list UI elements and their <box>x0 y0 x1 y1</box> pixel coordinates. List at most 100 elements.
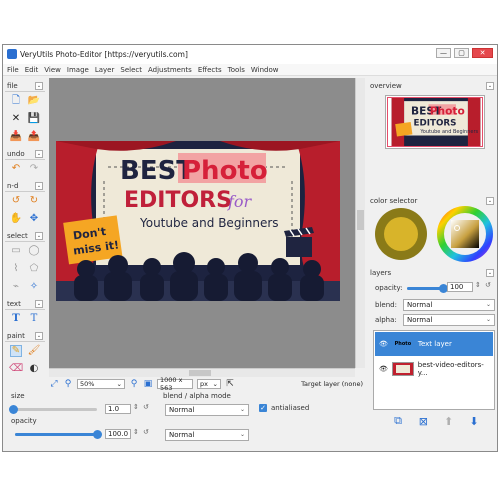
chevron-down-icon[interactable]: ⌄ <box>35 232 43 240</box>
color-swatch-circle[interactable] <box>373 206 429 262</box>
unit-select[interactable]: px ⌄ <box>197 379 221 389</box>
overview-thumbnail[interactable]: BEST Photo EDITORS Youtube and Beginners <box>385 95 485 149</box>
size-slider-knob[interactable] <box>9 405 18 414</box>
overview-header[interactable]: overview ⌄ <box>370 81 494 91</box>
text-tool-icon[interactable]: T <box>10 313 22 325</box>
chevron-down-icon[interactable]: ⌄ <box>35 300 43 308</box>
pencil-icon[interactable]: ✎ <box>10 345 22 357</box>
add-layer-icon[interactable]: ⧉ <box>391 414 405 428</box>
menu-image[interactable]: Image <box>67 66 89 74</box>
rotate-right-icon[interactable]: ↻ <box>28 195 40 207</box>
import-icon[interactable]: 📥 <box>10 131 22 143</box>
pan-hand-icon[interactable]: ✋ <box>10 213 22 225</box>
opacity-spinner-icon[interactable]: ⇕ <box>133 428 139 436</box>
cursor-icon[interactable]: ⇱ <box>225 379 235 389</box>
brush-icon[interactable]: 🖌 <box>28 345 41 357</box>
blend-mode-select[interactable]: Normal ⌄ <box>165 404 249 416</box>
layer-opacity-slider[interactable] <box>407 284 448 293</box>
maximize-button[interactable]: ▢ <box>454 48 469 58</box>
toolbox-paint-header[interactable]: paint ⌄ <box>5 331 45 342</box>
minimize-button[interactable]: — <box>436 48 451 58</box>
zoom-select[interactable]: 50% ⌄ <box>77 379 125 389</box>
menu-file[interactable]: File <box>7 66 19 74</box>
overview-photo-text: Photo <box>430 104 465 117</box>
layer-opacity-spinner-icon[interactable]: ⇕ <box>475 281 481 289</box>
visibility-eye-icon[interactable]: 👁 <box>379 340 388 348</box>
toolbox-file-header[interactable]: file ⌄ <box>5 81 45 92</box>
title-bar: VeryUtils Photo-Editor [https://veryutil… <box>3 45 497 64</box>
chevron-down-icon[interactable]: ⌄ <box>35 182 43 190</box>
magic-wand-icon[interactable]: ✧ <box>28 281 40 293</box>
close-file-icon[interactable]: ✕ <box>10 113 22 125</box>
layer-item-text[interactable]: 👁 Photo Text layer <box>375 332 493 356</box>
ellipse-select-icon[interactable]: ◯ <box>28 245 40 257</box>
horizontal-scroll-thumb[interactable] <box>189 370 211 376</box>
opacity-slider-knob[interactable] <box>92 430 102 439</box>
open-folder-icon[interactable]: 📂 <box>28 95 40 107</box>
polygon-select-icon[interactable]: ⬠ <box>28 263 40 275</box>
color-wheel[interactable] <box>435 204 495 264</box>
chevron-down-icon[interactable]: ⌄ <box>35 150 43 158</box>
chevron-down-icon: ⌄ <box>485 301 491 308</box>
layer-opacity-reset-icon[interactable]: ↺ <box>485 281 491 289</box>
layer-opacity-input[interactable]: 100 <box>447 282 473 292</box>
fit-screen-icon[interactable]: ⤢ <box>49 379 59 389</box>
undo-icon[interactable]: ↶ <box>10 163 22 175</box>
menu-adjustments[interactable]: Adjustments <box>148 66 192 74</box>
toolbox-undo-header[interactable]: undo ⌄ <box>5 149 45 160</box>
horizontal-scrollbar[interactable] <box>49 368 355 377</box>
size-input[interactable]: 1.0 <box>105 404 131 414</box>
menu-layer[interactable]: Layer <box>95 66 115 74</box>
layer-alpha-select[interactable]: Normal ⌄ <box>403 314 495 326</box>
menu-tools[interactable]: Tools <box>228 66 245 74</box>
menu-edit[interactable]: Edit <box>25 66 39 74</box>
canvas-image[interactable]: BEST Photo EDITORS for Youtube and Begin… <box>56 141 340 301</box>
toolbox-select-header[interactable]: select ⌄ <box>5 231 45 242</box>
status-bar: ⤢ ⚲ 50% ⌄ ⚲ ▣ 1000 x 563 px ⌄ ⇱ Target lay… <box>49 376 365 392</box>
fill-bucket-icon[interactable]: ◐ <box>28 363 40 375</box>
menu-window[interactable]: Window <box>251 66 279 74</box>
chevron-down-icon[interactable]: ⌄ <box>35 332 43 340</box>
opacity-slider[interactable] <box>15 430 102 439</box>
zoom-in-icon[interactable]: ⚲ <box>129 379 139 389</box>
move-layer-down-icon[interactable]: ⬇ <box>467 414 481 428</box>
chevron-down-icon[interactable]: ⌄ <box>486 269 494 277</box>
save-icon[interactable]: 💾 <box>28 113 40 125</box>
menu-effects[interactable]: Effects <box>198 66 222 74</box>
move-layer-up-icon[interactable]: ⬆ <box>442 414 456 428</box>
toolbox-text-header[interactable]: text ⌄ <box>5 299 45 310</box>
chevron-down-icon[interactable]: ⌄ <box>35 82 43 90</box>
opacity-reset-icon[interactable]: ↺ <box>143 428 149 436</box>
chevron-down-icon[interactable]: ⌄ <box>486 82 494 90</box>
close-window-button[interactable]: ✕ <box>472 48 493 58</box>
size-slider[interactable] <box>9 405 97 414</box>
vertical-scrollbar[interactable] <box>355 78 365 368</box>
zoom-out-icon[interactable]: ⚲ <box>63 379 73 389</box>
vertical-scroll-thumb[interactable] <box>357 210 364 230</box>
size-spinner-icon[interactable]: ⇕ <box>133 403 139 411</box>
toolbox-nd-header[interactable]: n-d ⌄ <box>5 181 45 192</box>
layers-header[interactable]: layers ⌄ <box>370 268 494 278</box>
antialiased-checkbox[interactable]: ✓ <box>259 404 267 412</box>
layer-blend-select[interactable]: Normal ⌄ <box>403 299 495 311</box>
lasso-select-icon[interactable]: ⌇ <box>10 263 22 275</box>
redo-icon[interactable]: ↷ <box>28 163 40 175</box>
alpha-mode-select[interactable]: Normal ⌄ <box>165 429 249 441</box>
size-reset-icon[interactable]: ↺ <box>143 403 149 411</box>
layer-item-image[interactable]: 👁 best-video-editors-y... <box>375 357 493 381</box>
menu-view[interactable]: View <box>44 66 61 74</box>
headline-photo: Photo <box>182 156 268 186</box>
new-file-icon[interactable]: 🗋 <box>10 95 22 107</box>
headline-editors: EDITORS <box>124 188 232 213</box>
export-icon[interactable]: 📤 <box>28 131 40 143</box>
text-vertical-icon[interactable]: T <box>28 313 40 325</box>
opacity-input[interactable]: 100.0 <box>105 429 131 439</box>
menu-select[interactable]: Select <box>120 66 142 74</box>
magic-select-icon[interactable]: ⌁ <box>10 281 22 293</box>
rect-select-icon[interactable]: ▭ <box>10 245 22 257</box>
rotate-left-icon[interactable]: ↺ <box>10 195 22 207</box>
eraser-icon[interactable]: ⌫ <box>9 363 23 375</box>
delete-layer-icon[interactable]: ⊠ <box>416 414 430 428</box>
visibility-eye-icon[interactable]: 👁 <box>379 365 388 373</box>
move-icon[interactable]: ✥ <box>28 213 40 225</box>
